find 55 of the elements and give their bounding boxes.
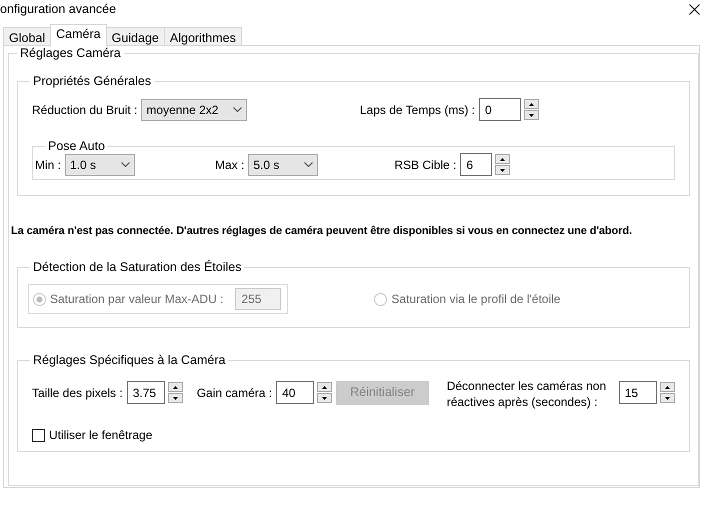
caret-icon (233, 107, 242, 112)
spin-up-button[interactable] (660, 382, 675, 392)
spin-down-button[interactable] (317, 393, 332, 403)
up-arrow-icon (172, 386, 178, 388)
group-title: Pose Auto (47, 139, 106, 153)
dropdown[interactable]: moyenne 2x2 (141, 98, 248, 120)
label: RSB Cible : (394, 156, 456, 174)
spin-up-button[interactable] (524, 99, 539, 109)
number-field[interactable]: 3.75 (126, 381, 165, 404)
down-arrow-icon (322, 396, 328, 400)
tab[interactable]: Caméra (50, 24, 107, 46)
tab[interactable]: Guidage (106, 27, 165, 46)
number-field[interactable]: 40 (276, 381, 314, 404)
tab[interactable]: Algorithmes (164, 27, 242, 46)
label: Laps de Temps (ms) : (360, 102, 475, 118)
number-field[interactable]: 15 (618, 381, 657, 404)
spin-down-button[interactable] (524, 110, 539, 120)
up-arrow-icon (664, 386, 670, 388)
down-arrow-icon (500, 168, 506, 172)
spin-up-button[interactable] (168, 382, 183, 392)
label: Déconnecter les caméras non réactives après (secondes) : (446, 378, 608, 410)
label: Réduction du Bruit : (32, 102, 138, 118)
tab[interactable]: Global (3, 27, 52, 46)
group-title: Réglages Spécifiques à la Caméra (32, 353, 226, 367)
down-arrow-icon (664, 396, 670, 400)
caret-icon (304, 162, 314, 167)
notice-text: La caméra n'est pas connectée. D'autres réglages de caméra peuvent être disponibles si vous en connectez une d'abord. (11, 224, 632, 238)
group-title: Détection de la Saturation des Étoiles (32, 260, 242, 274)
number-field[interactable]: 6 (460, 153, 492, 176)
spin-down-button[interactable] (168, 393, 183, 403)
spin-up-button[interactable] (317, 382, 332, 392)
up-arrow-icon (322, 386, 328, 388)
checkbox[interactable] (32, 428, 45, 442)
label: Saturation par valeur Max-ADU : (50, 291, 224, 308)
label: Min : (35, 156, 62, 174)
window-title: onfiguration avancée (0, 1, 116, 18)
group-title: Propriétés Générales (32, 74, 152, 88)
close-icon (689, 4, 700, 16)
dropdown[interactable]: 5.0 s (248, 154, 318, 176)
label: Max : (215, 156, 244, 174)
down-arrow-icon (172, 396, 178, 400)
up-arrow-icon (500, 158, 506, 160)
spin-up-button[interactable] (495, 154, 510, 164)
group-title: Réglages Caméra (19, 46, 122, 60)
label: Gain caméra : (196, 384, 272, 402)
down-arrow-icon (529, 114, 534, 116)
up-arrow-icon (529, 102, 534, 106)
label: Saturation via le profil de l'étoile (391, 291, 560, 308)
dropdown[interactable]: 1.0 s (65, 154, 136, 176)
spin-down-button[interactable] (495, 165, 510, 175)
caret-icon (121, 162, 130, 167)
label: Taille des pixels : (32, 384, 123, 402)
spin-down-button[interactable] (660, 393, 675, 403)
number-field[interactable]: 0 (479, 98, 521, 121)
label: Utiliser le fenêtrage (49, 427, 152, 444)
